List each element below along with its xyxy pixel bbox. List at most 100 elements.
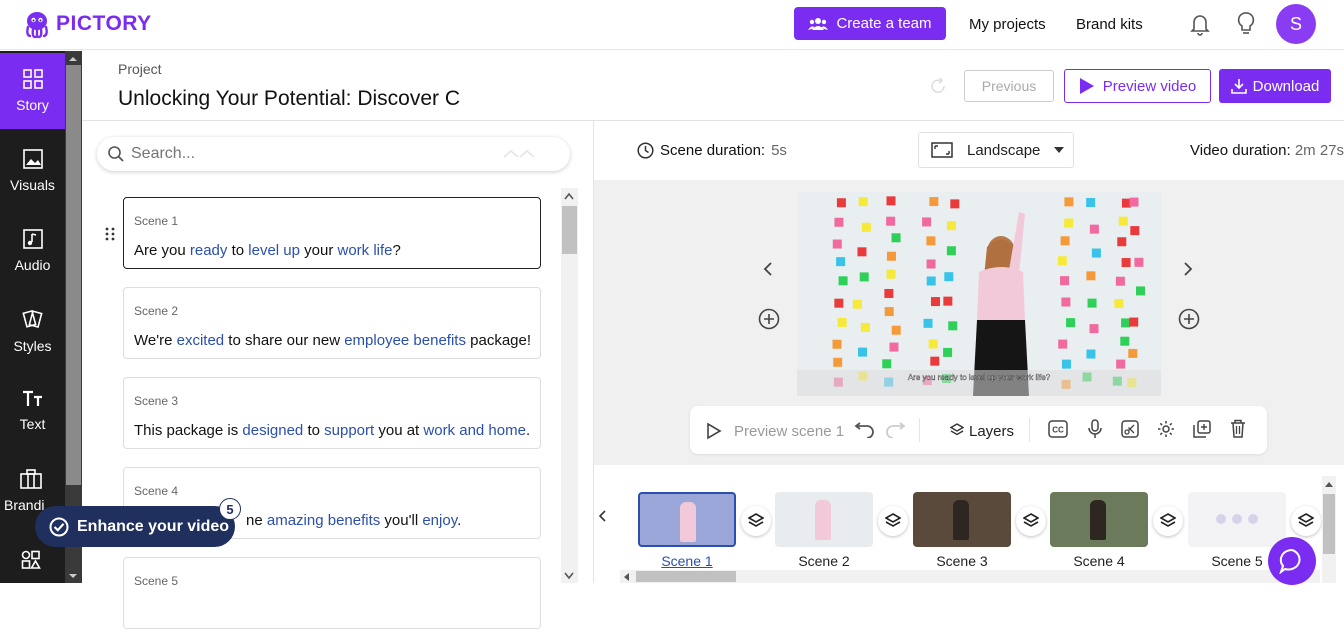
timeline-scene-label[interactable]: Scene 2 — [775, 553, 873, 569]
sticky-note — [1060, 276, 1070, 286]
chat-support-button[interactable] — [1268, 537, 1316, 585]
sticky-note — [1061, 359, 1071, 369]
scene-text-fragment: to share our new — [224, 332, 345, 349]
sidebar-item-text[interactable]: Text — [0, 373, 65, 449]
drag-handle-icon[interactable] — [105, 227, 115, 241]
scene-card-text[interactable]: We're excited to share our new employee … — [134, 332, 531, 349]
collapse-chevrons-icon[interactable] — [503, 149, 535, 159]
timeline-layers-button[interactable] — [741, 506, 771, 536]
duplicate-icon[interactable] — [1193, 420, 1211, 438]
search-input[interactable] — [131, 145, 431, 163]
scene-text-fragment: This package is — [134, 422, 243, 439]
scene-card-text[interactable]: This package is designed to support you … — [134, 422, 530, 439]
timeline-left-arrow-icon[interactable] — [598, 510, 606, 522]
sidebar-scrollbar-thumb[interactable] — [66, 65, 81, 485]
my-projects-link[interactable]: My projects — [969, 16, 1046, 33]
scene-card-text[interactable]: ne amazing benefits you'll enjoy. — [246, 512, 461, 529]
cc-icon[interactable]: CC — [1048, 420, 1068, 438]
sticky-note — [1136, 286, 1146, 296]
scene-list-scrollbar-thumb[interactable] — [562, 206, 577, 254]
timeline-thumbnail[interactable] — [913, 492, 1011, 547]
sidebar-item-visuals[interactable]: Visuals — [0, 133, 65, 209]
logo[interactable]: PICTORY — [22, 9, 152, 39]
timeline-scene-label[interactable]: Scene 1 — [638, 553, 736, 569]
video-preview[interactable]: Are you ready to level up your work life… — [797, 192, 1161, 396]
scroll-up-arrow-icon[interactable] — [68, 56, 78, 62]
sticky-note — [1116, 359, 1126, 369]
timeline-thumbnail[interactable] — [775, 492, 873, 547]
highlighted-keyword: designed — [242, 422, 304, 439]
scroll-left-arrow-icon[interactable] — [622, 572, 630, 582]
sidebar-item-label: Story — [16, 97, 49, 113]
preview-scene-label[interactable]: Preview scene 1 — [734, 423, 844, 440]
previous-button[interactable]: Previous — [964, 70, 1054, 102]
lightbulb-icon[interactable] — [1236, 11, 1256, 37]
sticky-note — [1089, 224, 1099, 234]
project-title[interactable]: Unlocking Your Potential: Discover C — [118, 87, 462, 111]
layers-icon — [1298, 513, 1314, 527]
sticky-note — [1086, 349, 1096, 359]
sticky-note — [1118, 216, 1128, 226]
next-scene-arrow-icon[interactable] — [1183, 262, 1193, 276]
sticky-note — [1060, 236, 1070, 246]
layers-label[interactable]: Layers — [969, 423, 1014, 440]
orientation-select[interactable]: Landscape — [918, 132, 1074, 168]
undo-icon[interactable] — [852, 422, 876, 438]
add-scene-after-icon[interactable] — [1178, 308, 1200, 330]
settings-icon[interactable] — [1157, 420, 1175, 438]
sidebar-item-audio[interactable]: Audio — [0, 213, 65, 289]
preview-video-button[interactable]: Preview video — [1064, 69, 1211, 103]
sticky-note — [923, 318, 933, 328]
scene-card[interactable]: Scene 5 — [123, 557, 541, 629]
trash-icon[interactable] — [1230, 419, 1246, 438]
sidebar-item-story[interactable]: Story — [0, 53, 65, 129]
scroll-up-arrow-icon[interactable] — [1324, 480, 1334, 488]
visuals-icon — [22, 149, 43, 169]
elements-icon[interactable] — [21, 550, 41, 570]
timeline-thumbnail[interactable] — [1188, 492, 1286, 547]
scroll-down-arrow-icon[interactable] — [68, 573, 78, 579]
timeline-thumbnail[interactable] — [1050, 492, 1148, 547]
sidebar-item-styles[interactable]: Styles — [0, 293, 65, 369]
bell-icon[interactable] — [1189, 12, 1211, 36]
layers-icon[interactable] — [950, 423, 964, 437]
scene-card[interactable]: Scene 1 Are you ready to level up your wo… — [123, 197, 541, 269]
cut-icon[interactable] — [1121, 420, 1139, 438]
video-caption: Are you ready to level up your work life… — [908, 373, 1051, 382]
timeline-scene-label[interactable]: Scene 4 — [1050, 553, 1148, 569]
mic-icon[interactable] — [1088, 419, 1102, 439]
download-button[interactable]: Download — [1219, 69, 1331, 103]
timeline-layers-button[interactable] — [878, 506, 908, 536]
scene-card-text[interactable]: Are you ready to level up your work life… — [134, 242, 401, 259]
scene-duration-value: 5s — [771, 142, 787, 159]
scroll-down-arrow-icon[interactable] — [564, 572, 574, 580]
highlighted-keyword: ready — [189, 242, 228, 259]
search-box[interactable] — [97, 137, 570, 171]
timeline-vscrollbar-thumb[interactable] — [1323, 494, 1335, 554]
sticky-note — [1061, 297, 1071, 307]
timeline-scene-label[interactable]: Scene 3 — [913, 553, 1011, 569]
preview-video-label: Preview video — [1102, 77, 1197, 95]
play-icon[interactable] — [706, 422, 722, 440]
timeline-thumbnail[interactable] — [638, 492, 736, 547]
sticky-note — [884, 307, 894, 317]
timeline-hscrollbar-thumb[interactable] — [636, 571, 736, 582]
caret-down-icon — [1054, 147, 1065, 153]
timeline-layers-button[interactable] — [1016, 506, 1046, 536]
avatar[interactable]: S — [1276, 4, 1316, 44]
timeline-layers-button[interactable] — [1153, 506, 1183, 536]
audio-icon — [22, 229, 43, 249]
add-scene-before-icon[interactable] — [758, 308, 780, 330]
scene-card[interactable]: Scene 2 We're excited to share our new em… — [123, 287, 541, 359]
redo-icon[interactable] — [884, 422, 908, 438]
brand-kits-link[interactable]: Brand kits — [1076, 16, 1143, 33]
create-team-button[interactable]: Create a team — [794, 7, 946, 40]
sticky-note — [889, 342, 899, 352]
timeline-layers-button[interactable] — [1291, 506, 1321, 536]
scroll-up-arrow-icon[interactable] — [564, 192, 574, 200]
previous-scene-arrow-icon[interactable] — [763, 262, 773, 276]
scene-card-label: Scene 3 — [134, 394, 179, 408]
scene-card[interactable]: Scene 3 This package is designed to suppo… — [123, 377, 541, 449]
enhance-video-button[interactable]: Enhance your video — [35, 506, 235, 547]
play-icon — [1079, 78, 1094, 94]
